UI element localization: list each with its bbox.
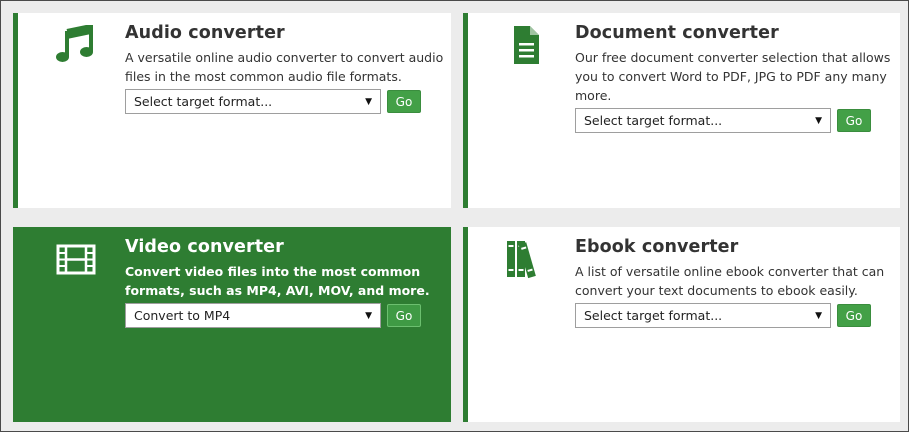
ebook-converter-card[interactable]: Ebook converter A list of versatile onli… (463, 227, 900, 422)
card-description: A versatile online audio converter to co… (125, 50, 444, 84)
music-note-icon (54, 23, 98, 65)
document-icon (504, 25, 548, 65)
card-title: Audio converter (125, 23, 285, 43)
select-value: Select target format... (584, 113, 723, 128)
card-description: A list of versatile online ebook convert… (575, 264, 885, 298)
card-description: Our free document converter selection th… (575, 50, 891, 103)
dropdown-arrow-icon: ▼ (815, 310, 822, 321)
target-format-select[interactable]: Select target format... ▼ (575, 108, 831, 133)
dropdown-arrow-icon: ▼ (815, 115, 822, 126)
go-button[interactable]: Go (837, 109, 871, 132)
document-converter-card[interactable]: Document converter Our free document con… (463, 13, 900, 208)
audio-converter-card[interactable]: Audio converter A versatile online audio… (13, 13, 451, 208)
film-strip-icon (54, 239, 98, 279)
card-description: Convert video files into the most common… (125, 264, 430, 298)
dropdown-arrow-icon: ▼ (365, 310, 372, 321)
books-icon (504, 239, 548, 279)
target-format-select[interactable]: Convert to MP4 ▼ (125, 303, 381, 328)
select-value: Select target format... (584, 308, 723, 323)
target-format-select[interactable]: Select target format... ▼ (125, 89, 381, 114)
target-format-select[interactable]: Select target format... ▼ (575, 303, 831, 328)
card-title: Video converter (125, 237, 284, 257)
select-value: Select target format... (134, 94, 273, 109)
dropdown-arrow-icon: ▼ (365, 96, 372, 107)
go-button[interactable]: Go (837, 304, 871, 327)
select-value: Convert to MP4 (134, 308, 231, 323)
card-title: Ebook converter (575, 237, 739, 257)
video-converter-card[interactable]: Video converter Convert video files into… (13, 227, 451, 422)
card-title: Document converter (575, 23, 779, 43)
go-button[interactable]: Go (387, 304, 421, 327)
go-button[interactable]: Go (387, 90, 421, 113)
